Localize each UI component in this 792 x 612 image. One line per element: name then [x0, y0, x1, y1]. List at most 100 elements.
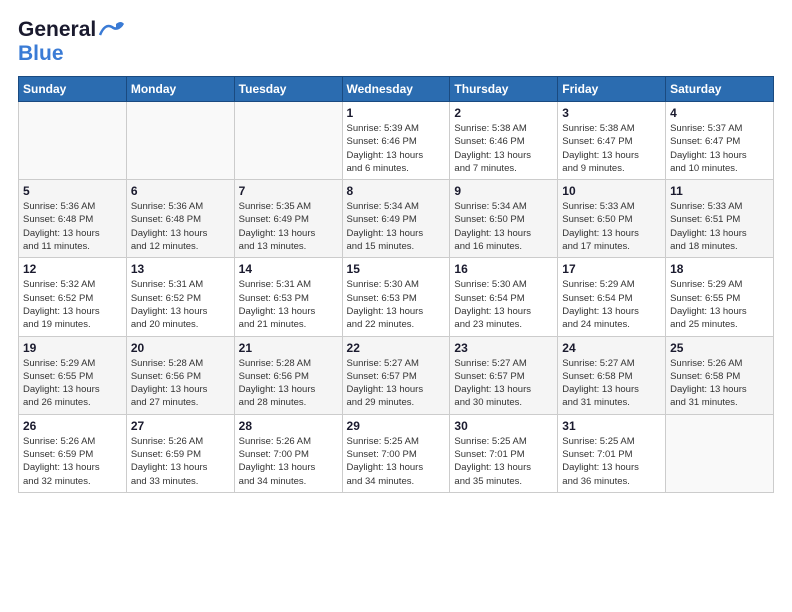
day-info: Sunrise: 5:36 AM Sunset: 6:48 PM Dayligh…	[23, 200, 122, 253]
logo: GeneralBlue	[18, 18, 126, 66]
day-number: 21	[239, 341, 338, 355]
calendar-week-4: 19Sunrise: 5:29 AM Sunset: 6:55 PM Dayli…	[19, 336, 774, 414]
day-number: 17	[562, 262, 661, 276]
page: GeneralBlue SundayMondayTuesdayWednesday…	[0, 0, 792, 503]
weekday-friday: Friday	[558, 77, 666, 102]
day-info: Sunrise: 5:28 AM Sunset: 6:56 PM Dayligh…	[131, 357, 230, 410]
day-info: Sunrise: 5:25 AM Sunset: 7:00 PM Dayligh…	[347, 435, 446, 488]
day-info: Sunrise: 5:28 AM Sunset: 6:56 PM Dayligh…	[239, 357, 338, 410]
table-row: 29 Sunrise: 5:25 AM Sunset: 7:00 PM Dayli…	[342, 414, 450, 492]
day-info: Sunrise: 5:26 AM Sunset: 6:59 PM Dayligh…	[23, 435, 122, 488]
day-info: Sunrise: 5:37 AM Sunset: 6:47 PM Dayligh…	[670, 122, 769, 175]
day-number: 27	[131, 419, 230, 433]
table-row: 26 Sunrise: 5:26 AM Sunset: 6:59 PM Dayli…	[19, 414, 127, 492]
table-row: 7Sunrise: 5:35 AM Sunset: 6:49 PM Daylig…	[234, 180, 342, 258]
day-number: 1	[347, 106, 446, 120]
day-number: 14	[239, 262, 338, 276]
day-number: 12	[23, 262, 122, 276]
table-row: 20 Sunrise: 5:28 AM Sunset: 6:56 PM Dayli…	[126, 336, 234, 414]
day-info: Sunrise: 5:30 AM Sunset: 6:53 PM Dayligh…	[347, 278, 446, 331]
day-number: 2	[454, 106, 553, 120]
table-row: 14 Sunrise: 5:31 AM Sunset: 6:53 PM Dayli…	[234, 258, 342, 336]
day-number: 16	[454, 262, 553, 276]
day-info: Sunrise: 5:26 AM Sunset: 7:00 PM Dayligh…	[239, 435, 338, 488]
day-info: Sunrise: 5:27 AM Sunset: 6:58 PM Dayligh…	[562, 357, 661, 410]
table-row: 13Sunrise: 5:31 AM Sunset: 6:52 PM Dayli…	[126, 258, 234, 336]
day-info: Sunrise: 5:38 AM Sunset: 6:46 PM Dayligh…	[454, 122, 553, 175]
day-number: 22	[347, 341, 446, 355]
day-info: Sunrise: 5:38 AM Sunset: 6:47 PM Dayligh…	[562, 122, 661, 175]
day-info: Sunrise: 5:25 AM Sunset: 7:01 PM Dayligh…	[562, 435, 661, 488]
day-number: 28	[239, 419, 338, 433]
table-row	[126, 102, 234, 180]
weekday-saturday: Saturday	[666, 77, 774, 102]
calendar-week-1: 1 Sunrise: 5:39 AM Sunset: 6:46 PM Daylig…	[19, 102, 774, 180]
day-number: 18	[670, 262, 769, 276]
table-row	[234, 102, 342, 180]
table-row: 27 Sunrise: 5:26 AM Sunset: 6:59 PM Dayli…	[126, 414, 234, 492]
day-number: 25	[670, 341, 769, 355]
table-row: 15Sunrise: 5:30 AM Sunset: 6:53 PM Dayli…	[342, 258, 450, 336]
table-row: 5 Sunrise: 5:36 AM Sunset: 6:48 PM Daylig…	[19, 180, 127, 258]
day-number: 4	[670, 106, 769, 120]
day-info: Sunrise: 5:26 AM Sunset: 6:59 PM Dayligh…	[131, 435, 230, 488]
table-row: 19Sunrise: 5:29 AM Sunset: 6:55 PM Dayli…	[19, 336, 127, 414]
day-info: Sunrise: 5:31 AM Sunset: 6:53 PM Dayligh…	[239, 278, 338, 331]
table-row: 3 Sunrise: 5:38 AM Sunset: 6:47 PM Daylig…	[558, 102, 666, 180]
day-number: 10	[562, 184, 661, 198]
table-row: 17 Sunrise: 5:29 AM Sunset: 6:54 PM Dayli…	[558, 258, 666, 336]
day-info: Sunrise: 5:26 AM Sunset: 6:58 PM Dayligh…	[670, 357, 769, 410]
table-row: 8Sunrise: 5:34 AM Sunset: 6:49 PM Daylig…	[342, 180, 450, 258]
weekday-header-row: SundayMondayTuesdayWednesdayThursdayFrid…	[19, 77, 774, 102]
calendar-table: SundayMondayTuesdayWednesdayThursdayFrid…	[18, 76, 774, 493]
table-row: 30 Sunrise: 5:25 AM Sunset: 7:01 PM Dayli…	[450, 414, 558, 492]
day-number: 23	[454, 341, 553, 355]
day-info: Sunrise: 5:34 AM Sunset: 6:50 PM Dayligh…	[454, 200, 553, 253]
weekday-sunday: Sunday	[19, 77, 127, 102]
logo-swoosh-icon	[98, 19, 126, 41]
day-info: Sunrise: 5:32 AM Sunset: 6:52 PM Dayligh…	[23, 278, 122, 331]
table-row: 24Sunrise: 5:27 AM Sunset: 6:58 PM Dayli…	[558, 336, 666, 414]
day-number: 30	[454, 419, 553, 433]
logo-blue-label: Blue	[18, 42, 64, 66]
weekday-thursday: Thursday	[450, 77, 558, 102]
calendar-week-5: 26 Sunrise: 5:26 AM Sunset: 6:59 PM Dayli…	[19, 414, 774, 492]
weekday-wednesday: Wednesday	[342, 77, 450, 102]
day-number: 31	[562, 419, 661, 433]
day-number: 29	[347, 419, 446, 433]
table-row: 12 Sunrise: 5:32 AM Sunset: 6:52 PM Dayli…	[19, 258, 127, 336]
header: GeneralBlue	[18, 18, 774, 66]
day-number: 8	[347, 184, 446, 198]
day-number: 7	[239, 184, 338, 198]
day-info: Sunrise: 5:29 AM Sunset: 6:54 PM Dayligh…	[562, 278, 661, 331]
day-number: 9	[454, 184, 553, 198]
table-row: 11Sunrise: 5:33 AM Sunset: 6:51 PM Dayli…	[666, 180, 774, 258]
day-number: 3	[562, 106, 661, 120]
day-info: Sunrise: 5:25 AM Sunset: 7:01 PM Dayligh…	[454, 435, 553, 488]
table-row: 25 Sunrise: 5:26 AM Sunset: 6:58 PM Dayli…	[666, 336, 774, 414]
weekday-tuesday: Tuesday	[234, 77, 342, 102]
weekday-monday: Monday	[126, 77, 234, 102]
day-info: Sunrise: 5:33 AM Sunset: 6:50 PM Dayligh…	[562, 200, 661, 253]
day-info: Sunrise: 5:36 AM Sunset: 6:48 PM Dayligh…	[131, 200, 230, 253]
table-row: 22Sunrise: 5:27 AM Sunset: 6:57 PM Dayli…	[342, 336, 450, 414]
day-number: 20	[131, 341, 230, 355]
table-row: 16 Sunrise: 5:30 AM Sunset: 6:54 PM Dayli…	[450, 258, 558, 336]
day-info: Sunrise: 5:30 AM Sunset: 6:54 PM Dayligh…	[454, 278, 553, 331]
day-info: Sunrise: 5:29 AM Sunset: 6:55 PM Dayligh…	[670, 278, 769, 331]
day-number: 6	[131, 184, 230, 198]
calendar-week-2: 5 Sunrise: 5:36 AM Sunset: 6:48 PM Daylig…	[19, 180, 774, 258]
calendar-week-3: 12 Sunrise: 5:32 AM Sunset: 6:52 PM Dayli…	[19, 258, 774, 336]
table-row: 18 Sunrise: 5:29 AM Sunset: 6:55 PM Dayli…	[666, 258, 774, 336]
table-row: 10 Sunrise: 5:33 AM Sunset: 6:50 PM Dayli…	[558, 180, 666, 258]
logo-general-text: General	[18, 18, 96, 42]
day-number: 5	[23, 184, 122, 198]
day-number: 19	[23, 341, 122, 355]
table-row: 23Sunrise: 5:27 AM Sunset: 6:57 PM Dayli…	[450, 336, 558, 414]
day-number: 13	[131, 262, 230, 276]
day-number: 26	[23, 419, 122, 433]
table-row: 1 Sunrise: 5:39 AM Sunset: 6:46 PM Daylig…	[342, 102, 450, 180]
day-info: Sunrise: 5:33 AM Sunset: 6:51 PM Dayligh…	[670, 200, 769, 253]
table-row: 21 Sunrise: 5:28 AM Sunset: 6:56 PM Dayli…	[234, 336, 342, 414]
day-info: Sunrise: 5:39 AM Sunset: 6:46 PM Dayligh…	[347, 122, 446, 175]
